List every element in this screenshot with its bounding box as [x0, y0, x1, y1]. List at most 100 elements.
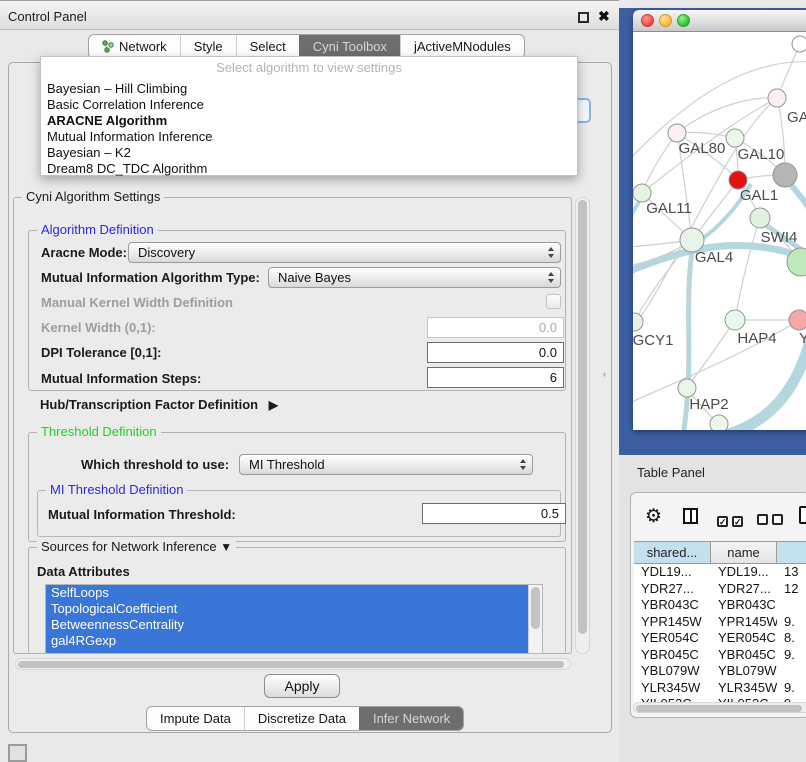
dpi-tolerance-field[interactable]: 0.0	[427, 342, 564, 363]
aracne-mode-combobox[interactable]: Discovery	[128, 242, 561, 263]
network-node[interactable]	[792, 36, 806, 52]
table-row[interactable]: YBR045CYBR045C9.	[634, 647, 806, 664]
data-attribute-item[interactable]: BetweennessCentrality	[46, 617, 542, 633]
select-all-checkboxes-icon[interactable]: ✓✓	[717, 512, 747, 530]
network-node[interactable]	[725, 310, 745, 330]
network-window-titlebar[interactable]	[633, 10, 806, 32]
tab-impute-data[interactable]: Impute Data	[147, 707, 244, 730]
table-horizontal-scrollbar[interactable]	[633, 702, 806, 713]
list-scrollbar[interactable]	[528, 585, 542, 653]
kernel-width-label: Kernel Width (0,1):	[41, 320, 156, 335]
float-window-icon[interactable]	[578, 12, 589, 23]
mi-steps-field[interactable]: 6	[427, 367, 564, 388]
manual-kernel-checkbox[interactable]	[546, 294, 561, 309]
algorithm-option[interactable]: Dream8 DC_TDC Algorithm	[41, 161, 577, 177]
table-cell	[777, 597, 806, 614]
column-header-shared-name[interactable]: shared...	[634, 542, 711, 563]
table-cell: 8.	[777, 630, 806, 647]
algorithm-option[interactable]: Basic Correlation Inference	[41, 97, 577, 113]
settings-horizontal-scrollbar[interactable]	[15, 658, 571, 670]
network-view[interactable]: GAL7GAL80GAL10GAL1GAL11SWI4GAL4GCY1HAP4Y…	[633, 32, 806, 430]
network-window[interactable]: GAL7GAL80GAL10GAL1GAL11SWI4GAL4GCY1HAP4Y…	[633, 10, 806, 430]
window-zoom-icon[interactable]	[677, 14, 690, 27]
mi-threshold-field[interactable]: 0.5	[422, 503, 566, 524]
network-node[interactable]	[750, 208, 770, 228]
stepper-arrows-icon	[548, 272, 554, 283]
tab-jactivemnodules[interactable]: jActiveMNodules	[400, 35, 524, 58]
table-row[interactable]: YDR27...YDR27...12	[634, 581, 806, 598]
control-panel-title: Control Panel	[8, 9, 87, 24]
which-threshold-label: Which threshold to use:	[81, 457, 229, 472]
table-cell: 9.	[777, 614, 806, 631]
tab-style[interactable]: Style	[180, 35, 236, 58]
table-row[interactable]: YLR345WYLR345W9.	[634, 680, 806, 697]
network-edge[interactable]	[687, 320, 735, 388]
network-node[interactable]	[678, 379, 696, 397]
network-graph[interactable]: GAL7GAL80GAL10GAL1GAL11SWI4GAL4GCY1HAP4Y…	[633, 32, 806, 430]
close-icon[interactable]: ✖	[598, 8, 610, 25]
network-node[interactable]	[726, 129, 744, 147]
window-close-icon[interactable]	[641, 14, 654, 27]
algorithm-combobox-fragment[interactable]	[578, 98, 591, 123]
network-node-label: HAP4	[737, 330, 776, 347]
settings-vertical-scrollbar[interactable]	[575, 197, 590, 654]
table-cell: YBR043C	[711, 597, 777, 614]
network-node[interactable]	[773, 163, 797, 187]
tab-cyni-toolbox[interactable]: Cyni Toolbox	[299, 35, 400, 58]
restore-panel-icon[interactable]	[8, 744, 27, 762]
deselect-all-checkboxes-icon[interactable]	[757, 512, 787, 530]
which-threshold-value: MI Threshold	[249, 457, 325, 472]
algorithm-option[interactable]: Bayesian – Hill Climbing	[41, 81, 577, 97]
table-cell: YDR27...	[634, 581, 711, 598]
network-node[interactable]	[710, 415, 728, 430]
tab-discretize-data[interactable]: Discretize Data	[244, 707, 359, 730]
data-attribute-item[interactable]: TopologicalCoefficient	[46, 601, 542, 617]
algorithm-option[interactable]: Bayesian – K2	[41, 145, 577, 161]
splitpane-grip-icon[interactable]: ‹	[603, 369, 606, 379]
cyni-settings-group-title: Cyni Algorithm Settings	[22, 189, 164, 204]
network-node-label: GAL4	[695, 249, 733, 266]
tab-select[interactable]: Select	[236, 35, 299, 58]
table-row[interactable]: YER054CYER054C8.	[634, 630, 806, 647]
expanded-arrow-icon[interactable]: ▼	[220, 540, 232, 554]
table-row[interactable]: YBL079WYBL079W	[634, 663, 806, 680]
table-row[interactable]: YBR043CYBR043C	[634, 597, 806, 614]
threshold-definition-group: Threshold Definition Which threshold to …	[28, 432, 566, 542]
column-header-name[interactable]: name	[711, 542, 777, 563]
hub-definition-toggle[interactable]: Hub/Transcription Factor Definition ▶	[40, 397, 278, 412]
network-node-label: YEL	[799, 330, 806, 347]
table-header-row[interactable]: shared... name	[634, 541, 806, 564]
algorithm-option[interactable]: Mutual Information Inference	[41, 129, 577, 145]
network-edge[interactable]	[735, 218, 760, 320]
control-panel-titlebar: Control Panel ✖	[0, 0, 619, 30]
stepper-arrows-icon	[548, 247, 554, 258]
mi-type-combobox[interactable]: Naive Bayes	[268, 267, 561, 288]
columns-icon[interactable]	[683, 508, 698, 524]
table-row[interactable]: YDL19...YDL19...13	[634, 564, 806, 581]
table-cell: 9.	[777, 647, 806, 664]
apply-button[interactable]: Apply	[264, 674, 340, 698]
dpi-tolerance-label: DPI Tolerance [0,1]:	[41, 345, 161, 360]
table-body[interactable]: YDL19...YDL19...13YDR27...YDR27...12YBR0…	[634, 564, 806, 702]
table-cell: YLR345W	[634, 680, 711, 697]
window-minimize-icon[interactable]	[659, 14, 672, 27]
data-attribute-item[interactable]: SelfLoops	[46, 585, 542, 601]
kernel-width-field[interactable]: 0.0	[427, 317, 564, 338]
which-threshold-combobox[interactable]: MI Threshold	[239, 454, 533, 475]
column-header-partial[interactable]	[777, 542, 806, 563]
table-row[interactable]: YPR145WYPR145W9.	[634, 614, 806, 631]
network-node[interactable]	[789, 310, 806, 330]
table-cell	[777, 663, 806, 680]
algorithm-option[interactable]: ARACNE Algorithm	[41, 113, 577, 129]
tab-infer-network[interactable]: Infer Network	[359, 707, 463, 730]
tab-network[interactable]: Network	[89, 35, 180, 58]
table-panel-card: ⚙ ✓✓ shared... name YDL19...YDL19...13YD…	[630, 492, 806, 718]
data-attributes-list[interactable]: SelfLoopsTopologicalCoefficientBetweenne…	[45, 584, 543, 654]
dropdown-prompt: Select algorithm to view settings	[41, 57, 577, 81]
new-table-icon[interactable]	[799, 506, 806, 524]
gear-icon[interactable]: ⚙	[645, 505, 662, 528]
data-attribute-item[interactable]: gal4RGexp	[46, 633, 542, 649]
mi-threshold-group: MI Threshold Definition Mutual Informati…	[37, 490, 561, 537]
network-node[interactable]	[768, 89, 786, 107]
algorithm-definition-group: Algorithm Definition Aracne Mode: Discov…	[28, 230, 566, 391]
